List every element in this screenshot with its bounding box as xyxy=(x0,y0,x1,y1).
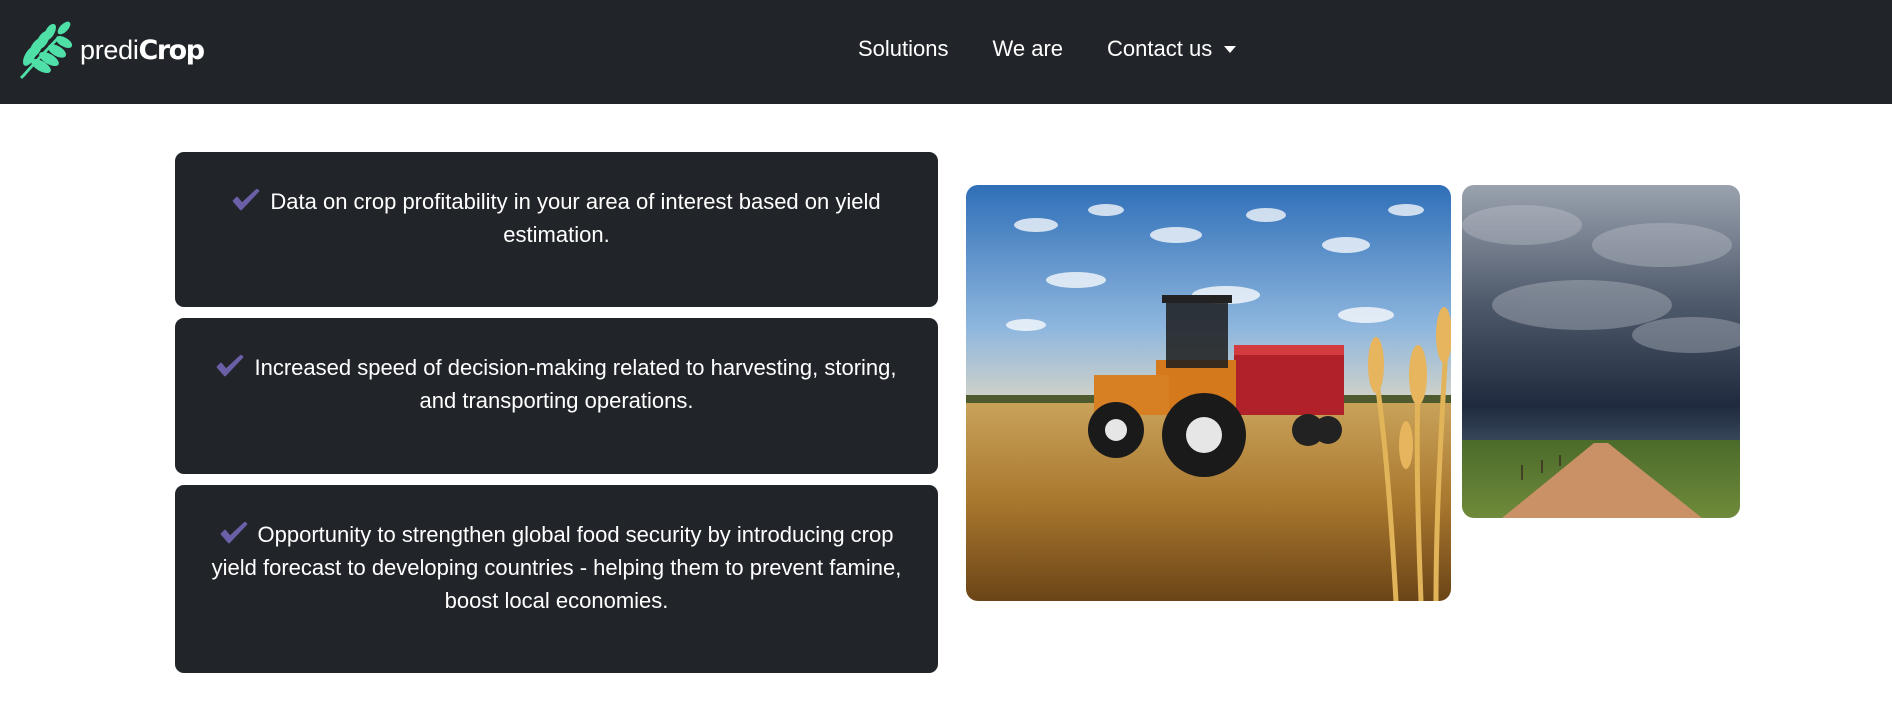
brand-name-suffix: Crop xyxy=(138,34,206,66)
caret-down-icon xyxy=(1224,45,1237,53)
nav-dropdown-contact-us[interactable]: Contact us xyxy=(1107,36,1237,62)
nav-link-solutions[interactable]: Solutions xyxy=(858,36,949,62)
nav-link-we-are[interactable]: We are xyxy=(993,36,1064,62)
feature-text: Increased speed of decision-making relat… xyxy=(254,355,897,413)
tractor-in-wheat-field-photo xyxy=(966,185,1451,601)
feature-text: Opportunity to strengthen global food se… xyxy=(211,522,902,613)
wheat-leaf-icon xyxy=(20,21,73,79)
nav-dropdown-label: Contact us xyxy=(1107,36,1213,61)
checkmark-icon xyxy=(220,522,247,544)
feature-card: Data on crop profitability in your area … xyxy=(175,152,938,307)
feature-text: Data on crop profitability in your area … xyxy=(270,189,881,247)
checkmark-icon xyxy=(233,189,260,211)
storm-clouds-over-dirt-road-photo xyxy=(1462,185,1740,518)
brand-name-prefix: predi xyxy=(80,34,139,65)
brand-name: prediCrop xyxy=(80,34,206,66)
main-nav: Solutions We are Contact us xyxy=(858,36,1237,62)
feature-card: Opportunity to strengthen global food se… xyxy=(175,485,938,673)
top-navbar: prediCrop Solutions We are Contact us xyxy=(0,0,1892,104)
brand-logo-link[interactable]: prediCrop xyxy=(14,20,206,80)
checkmark-icon xyxy=(217,355,244,377)
feature-card: Increased speed of decision-making relat… xyxy=(175,318,938,474)
